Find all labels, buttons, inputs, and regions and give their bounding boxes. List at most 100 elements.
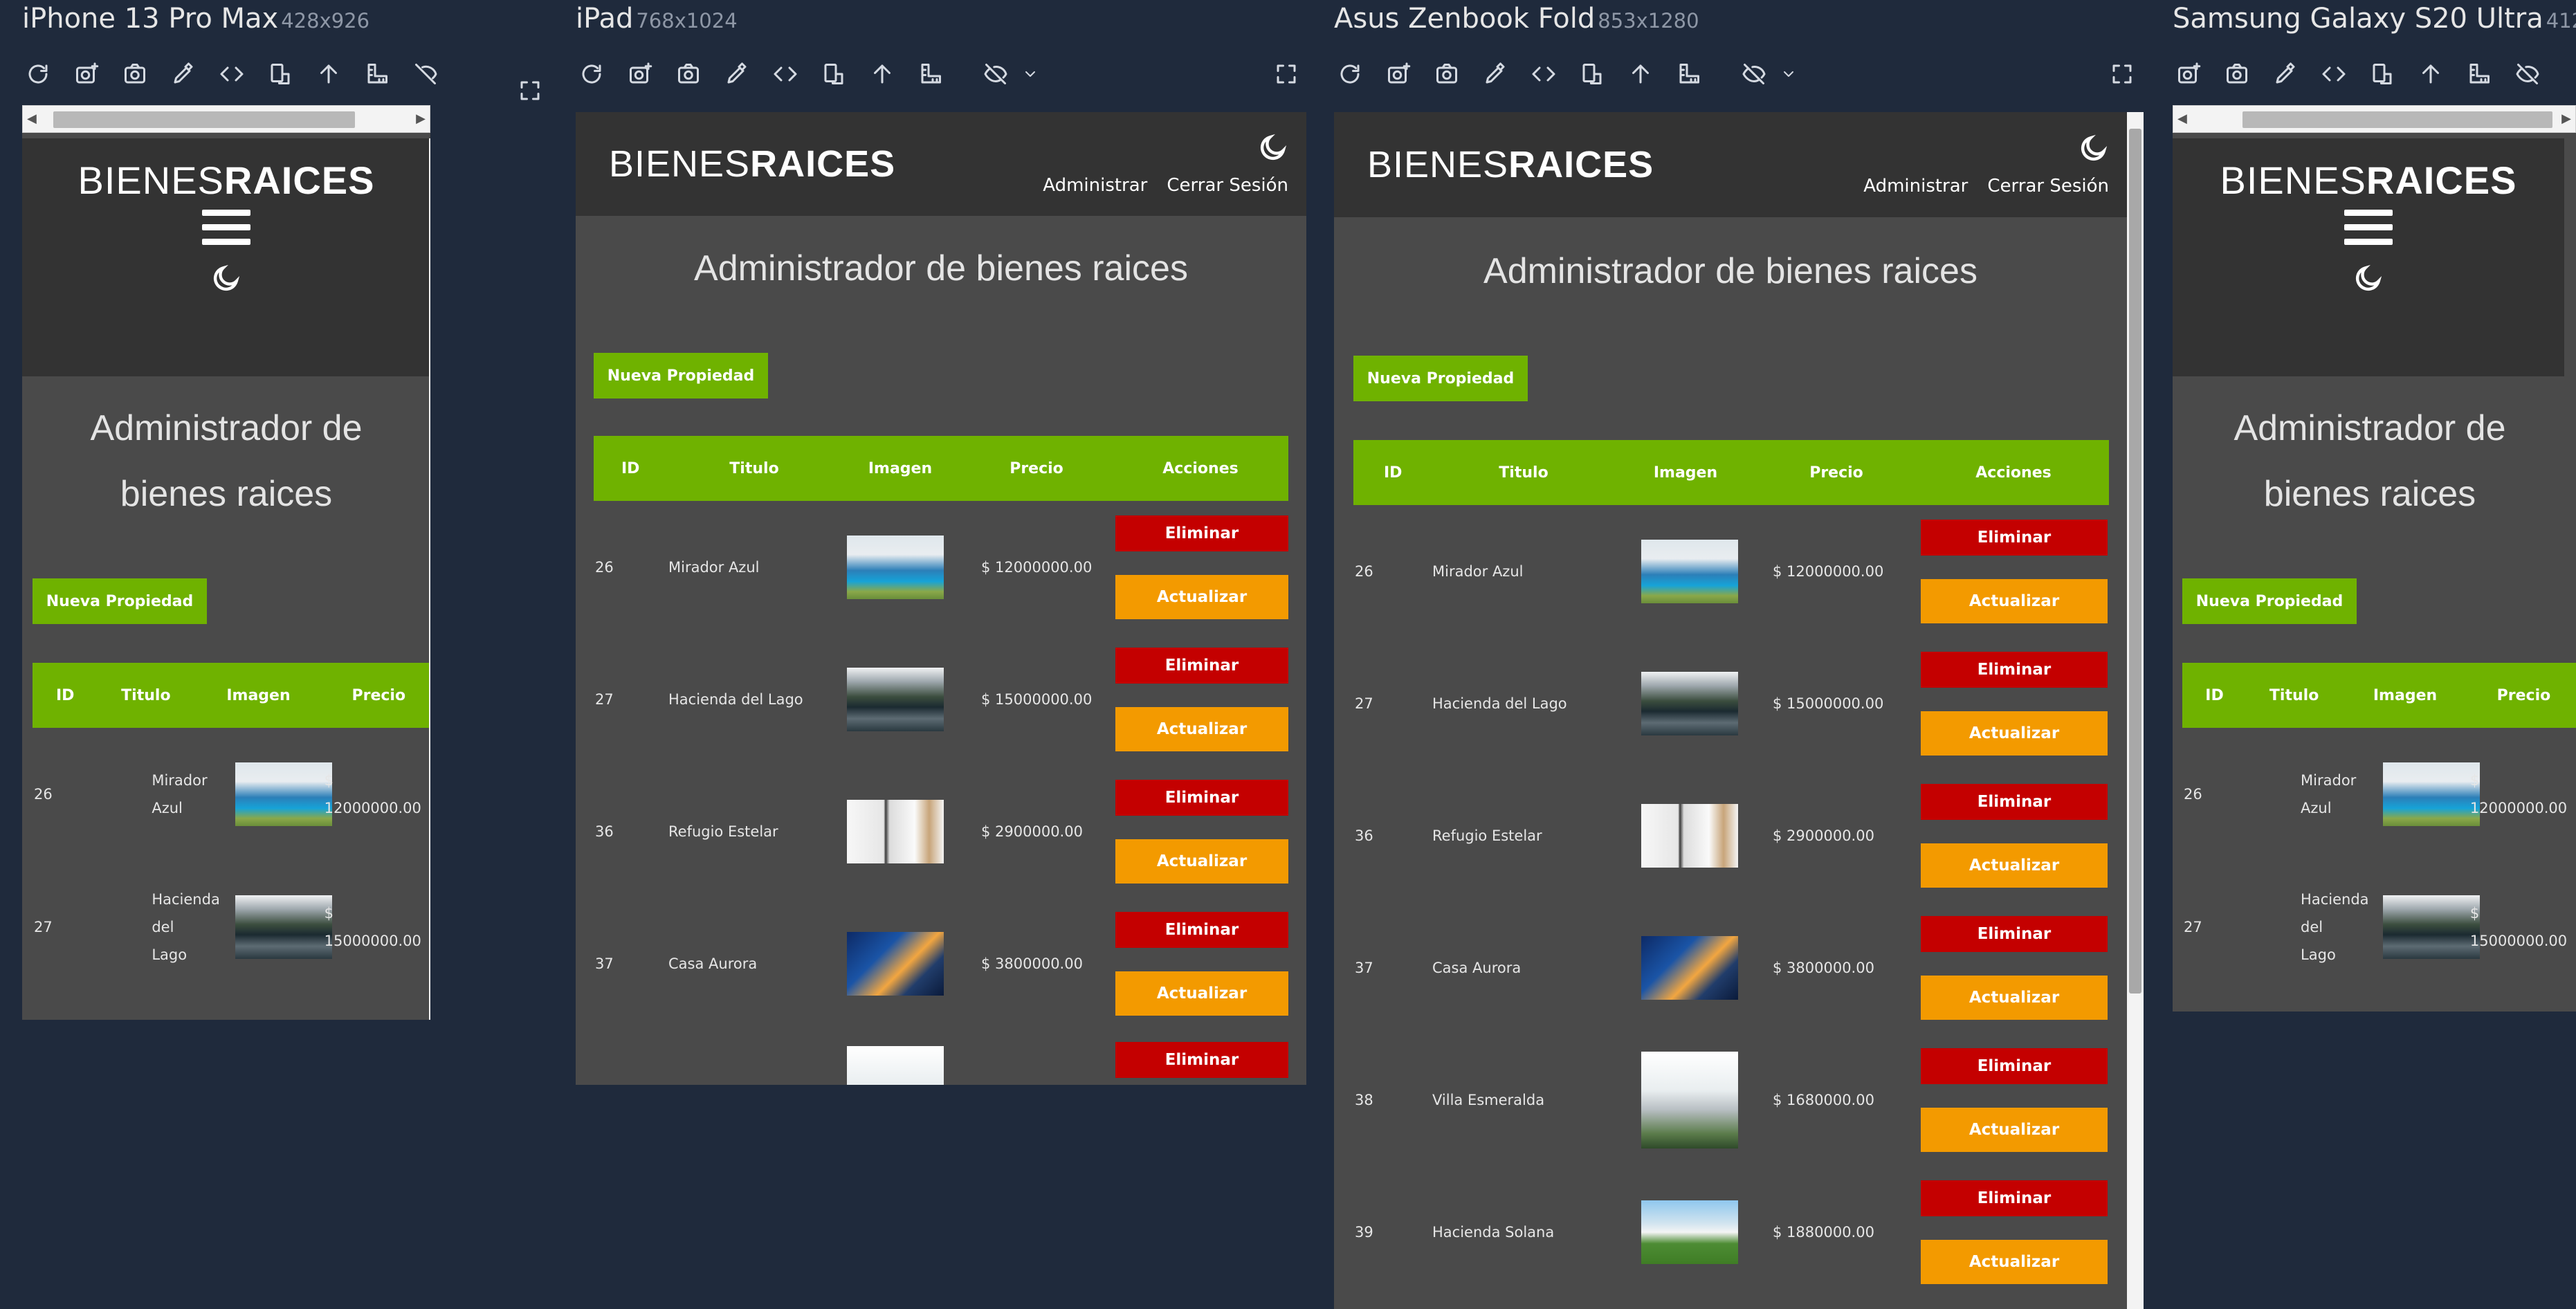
pen-icon[interactable]: [721, 58, 753, 90]
scrollbar-thumb[interactable]: [2242, 111, 2552, 128]
scrollbar-thumb[interactable]: [53, 111, 355, 128]
arrow-up-icon[interactable]: [1625, 58, 1656, 90]
new-property-button[interactable]: Nueva Propiedad: [2182, 578, 2357, 624]
expand-icon[interactable]: [1270, 58, 1302, 90]
expand-icon[interactable]: [514, 75, 546, 107]
new-property-button[interactable]: Nueva Propiedad: [1353, 356, 1528, 401]
update-button[interactable]: Actualizar: [1921, 711, 2108, 756]
dark-mode-moon-icon[interactable]: [2353, 263, 2384, 296]
nav-admin-link[interactable]: Administrar: [1043, 175, 1147, 196]
row-id: 38: [1355, 1091, 1373, 1108]
update-button[interactable]: Actualizar: [1921, 1239, 2108, 1284]
rotate-icon[interactable]: [2366, 58, 2398, 90]
nav-admin-link[interactable]: Administrar: [1863, 176, 1968, 196]
scroll-left-icon[interactable]: ◀: [27, 111, 37, 126]
delete-button[interactable]: Eliminar: [1921, 783, 2108, 820]
arrow-up-icon[interactable]: [2415, 58, 2447, 90]
ruler-icon[interactable]: [2463, 58, 2495, 90]
delete-button[interactable]: Eliminar: [1921, 1047, 2108, 1084]
refresh-icon[interactable]: [22, 58, 54, 90]
ruler-icon[interactable]: [361, 58, 393, 90]
horizontal-scrollbar[interactable]: ◀ ▶: [22, 105, 430, 133]
col-actions-header: Acciones: [1113, 436, 1288, 501]
update-button[interactable]: Actualizar: [1115, 706, 1288, 751]
pen-icon[interactable]: [2269, 58, 2301, 90]
table-row: 27 Hacienda del Lago $ 15000000.00 Elimi…: [594, 633, 1288, 765]
eye-off-icon[interactable]: [980, 58, 1012, 90]
hamburger-menu-icon[interactable]: [2344, 210, 2393, 245]
rotate-icon[interactable]: [1576, 58, 1608, 90]
delete-button[interactable]: Eliminar: [1921, 519, 2108, 556]
vertical-scrollbar[interactable]: [2127, 112, 2144, 1309]
device-title: iPad 768x1024: [576, 3, 738, 35]
new-property-button[interactable]: Nueva Propiedad: [33, 578, 207, 624]
refresh-icon[interactable]: [576, 58, 608, 90]
hamburger-menu-icon[interactable]: [202, 210, 250, 245]
rotate-icon[interactable]: [818, 58, 850, 90]
camera-icon[interactable]: [1431, 58, 1463, 90]
update-button[interactable]: Actualizar: [1921, 1107, 2108, 1152]
delete-button[interactable]: Eliminar: [1921, 915, 2108, 952]
arrow-up-icon[interactable]: [313, 58, 345, 90]
nav-logout-link[interactable]: Cerrar Sesión: [1167, 175, 1288, 196]
device-viewport: ◀ ▶ BIENESRAICES Administrador de bienes…: [2173, 105, 2576, 1012]
device-title: iPhone 13 Pro Max 428x926: [22, 3, 370, 35]
code-icon[interactable]: [2318, 58, 2350, 90]
rotate-icon[interactable]: [264, 58, 296, 90]
update-button[interactable]: Actualizar: [1921, 578, 2108, 623]
site-header: BIENESRAICES Administrar Cerrar Sesión: [1334, 112, 2127, 217]
delete-button[interactable]: Eliminar: [1115, 647, 1288, 684]
screenshot-icon[interactable]: [624, 58, 656, 90]
horizontal-scrollbar[interactable]: ◀ ▶: [2173, 105, 2576, 133]
screenshot-icon[interactable]: [1382, 58, 1414, 90]
scroll-right-icon[interactable]: ▶: [416, 111, 426, 126]
row-price: $ 15000000.00: [1773, 695, 1884, 712]
code-icon[interactable]: [1528, 58, 1560, 90]
dark-mode-moon-icon[interactable]: [211, 263, 241, 296]
chevron-down-icon[interactable]: [1773, 58, 1805, 90]
chevron-down-icon[interactable]: [1014, 58, 1046, 90]
property-image: [1641, 803, 1738, 868]
update-button[interactable]: Actualizar: [1921, 975, 2108, 1020]
logo[interactable]: BIENESRAICES: [78, 158, 375, 203]
camera-icon[interactable]: [673, 58, 704, 90]
ruler-icon[interactable]: [915, 58, 947, 90]
pen-icon[interactable]: [1479, 58, 1511, 90]
update-button[interactable]: Actualizar: [1115, 971, 1288, 1016]
eye-off-icon[interactable]: [1738, 58, 1770, 90]
nav-logout-link[interactable]: Cerrar Sesión: [1987, 176, 2109, 196]
delete-button[interactable]: Eliminar: [1921, 651, 2108, 688]
screenshot-icon[interactable]: [2173, 58, 2204, 90]
new-property-button[interactable]: Nueva Propiedad: [594, 353, 768, 399]
eye-off-icon[interactable]: [2512, 58, 2543, 90]
logo[interactable]: BIENESRAICES: [609, 143, 895, 185]
property-image: [847, 667, 944, 731]
logo[interactable]: BIENESRAICES: [2220, 158, 2517, 203]
delete-button[interactable]: Eliminar: [1115, 515, 1288, 551]
scroll-right-icon[interactable]: ▶: [2561, 111, 2571, 126]
dark-mode-moon-icon[interactable]: [1258, 132, 1288, 165]
code-icon[interactable]: [216, 58, 248, 90]
scrollbar-thumb[interactable]: [2129, 129, 2141, 994]
arrow-up-icon[interactable]: [866, 58, 898, 90]
camera-icon[interactable]: [2221, 58, 2253, 90]
refresh-icon[interactable]: [1334, 58, 1366, 90]
delete-button[interactable]: Eliminar: [1115, 911, 1288, 948]
content-edge: [429, 138, 430, 1020]
delete-button[interactable]: Eliminar: [1115, 1042, 1288, 1078]
eye-off-icon[interactable]: [410, 58, 441, 90]
code-icon[interactable]: [769, 58, 801, 90]
logo[interactable]: BIENESRAICES: [1367, 143, 1654, 186]
pen-icon[interactable]: [167, 58, 199, 90]
delete-button[interactable]: Eliminar: [1115, 779, 1288, 816]
dark-mode-moon-icon[interactable]: [2079, 133, 2109, 166]
delete-button[interactable]: Eliminar: [1921, 1180, 2108, 1216]
camera-icon[interactable]: [119, 58, 151, 90]
ruler-icon[interactable]: [1673, 58, 1705, 90]
update-button[interactable]: Actualizar: [1921, 843, 2108, 888]
update-button[interactable]: Actualizar: [1115, 574, 1288, 619]
update-button[interactable]: Actualizar: [1115, 839, 1288, 884]
screenshot-icon[interactable]: [71, 58, 102, 90]
scroll-left-icon[interactable]: ◀: [2177, 111, 2187, 126]
expand-icon[interactable]: [2106, 58, 2138, 90]
